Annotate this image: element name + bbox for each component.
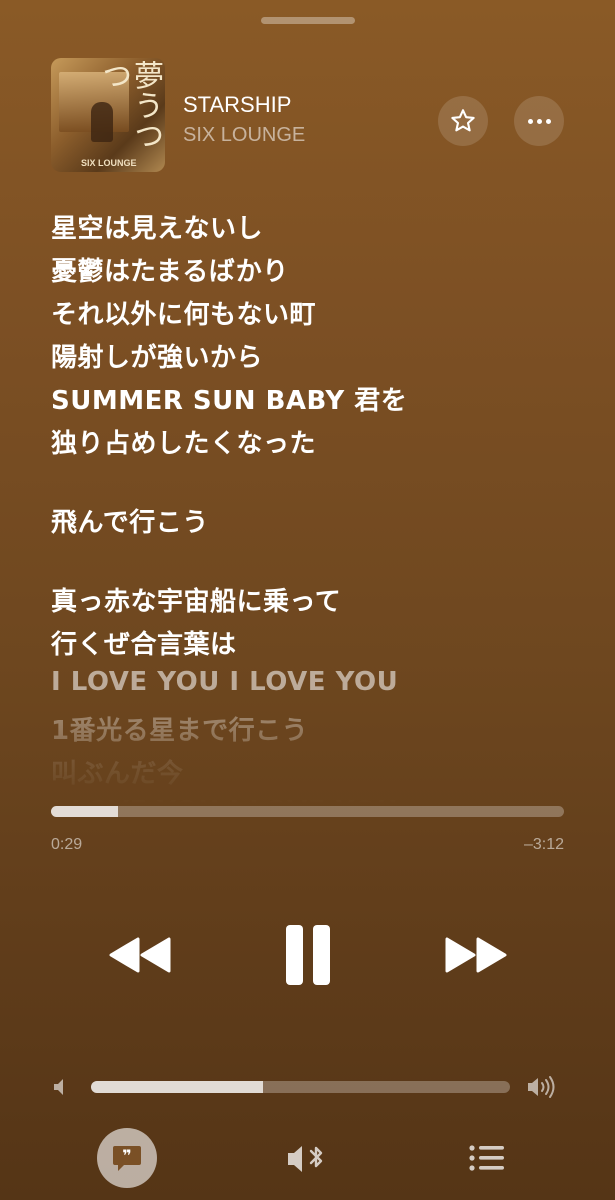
- volume-slider-fill: [91, 1081, 263, 1093]
- queue-list-icon: [469, 1145, 504, 1171]
- rewind-button[interactable]: [100, 925, 180, 985]
- lyric-line[interactable]: 陽射しが強いから: [51, 337, 263, 374]
- more-options-button[interactable]: [514, 96, 564, 146]
- elapsed-time: 0:29: [51, 836, 83, 853]
- lyric-line[interactable]: 星空は見えないし: [51, 208, 263, 245]
- lyric-line[interactable]: 憂鬱はたまるばかり: [51, 251, 289, 288]
- lyrics-button[interactable]: ❞: [97, 1128, 157, 1188]
- track-title: STARSHIP: [183, 92, 292, 117]
- album-art-kanji: 夢うつつ: [96, 60, 163, 150]
- lyric-line[interactable]: 飛んで行こう: [51, 502, 209, 539]
- favorite-button[interactable]: [438, 96, 488, 146]
- audio-output-button[interactable]: [282, 1136, 334, 1182]
- rewind-icon: [109, 937, 171, 973]
- lyric-line[interactable]: 1番光る星まで行こう: [51, 710, 308, 747]
- fast-forward-icon: [445, 937, 507, 973]
- lyric-line[interactable]: それ以外に何もない町: [51, 294, 316, 331]
- volume-slider[interactable]: [91, 1081, 510, 1093]
- lyrics-panel[interactable]: 星空は見えないし 憂鬱はたまるばかり それ以外に何もない町 陽射しが強いから SUMME…: [51, 200, 581, 805]
- lyric-line[interactable]: I LOVE YOU I LOVE YOU: [51, 796, 398, 805]
- svg-text:❞: ❞: [122, 1146, 131, 1165]
- lyric-line[interactable]: I LOVE YOU I LOVE YOU: [51, 667, 398, 697]
- track-artist[interactable]: SIX LOUNGE: [183, 124, 305, 147]
- album-art: 夢うつつ SIX LOUNGE: [51, 58, 165, 172]
- playback-progress-bar[interactable]: [51, 806, 564, 817]
- album-art-band-text: SIX LOUNGE: [81, 158, 137, 168]
- sheet-grabber[interactable]: [261, 17, 355, 24]
- playback-progress-fill: [51, 806, 118, 817]
- queue-button[interactable]: [464, 1138, 510, 1178]
- speaker-bluetooth-icon: [288, 1146, 323, 1172]
- lyric-line[interactable]: 独り占めしたくなった: [51, 423, 316, 460]
- lyric-line[interactable]: 真っ赤な宇宙船に乗って: [51, 581, 341, 618]
- ellipsis-icon: [527, 118, 551, 124]
- fast-forward-button[interactable]: [436, 925, 516, 985]
- speaker-low-icon: [54, 1079, 63, 1095]
- pause-icon: [286, 925, 330, 985]
- lyric-line[interactable]: 叫ぶんだ今: [51, 753, 184, 790]
- lyric-line[interactable]: 行くぜ合言葉は: [51, 624, 237, 661]
- remaining-time: –3:12: [523, 836, 564, 853]
- pause-button[interactable]: [278, 915, 338, 995]
- lyrics-quote-icon: ❞: [113, 1146, 141, 1171]
- lyric-line[interactable]: SUMMER SUN BABY 君を: [51, 380, 407, 417]
- star-icon: [451, 109, 475, 132]
- speaker-high-icon: [528, 1076, 555, 1098]
